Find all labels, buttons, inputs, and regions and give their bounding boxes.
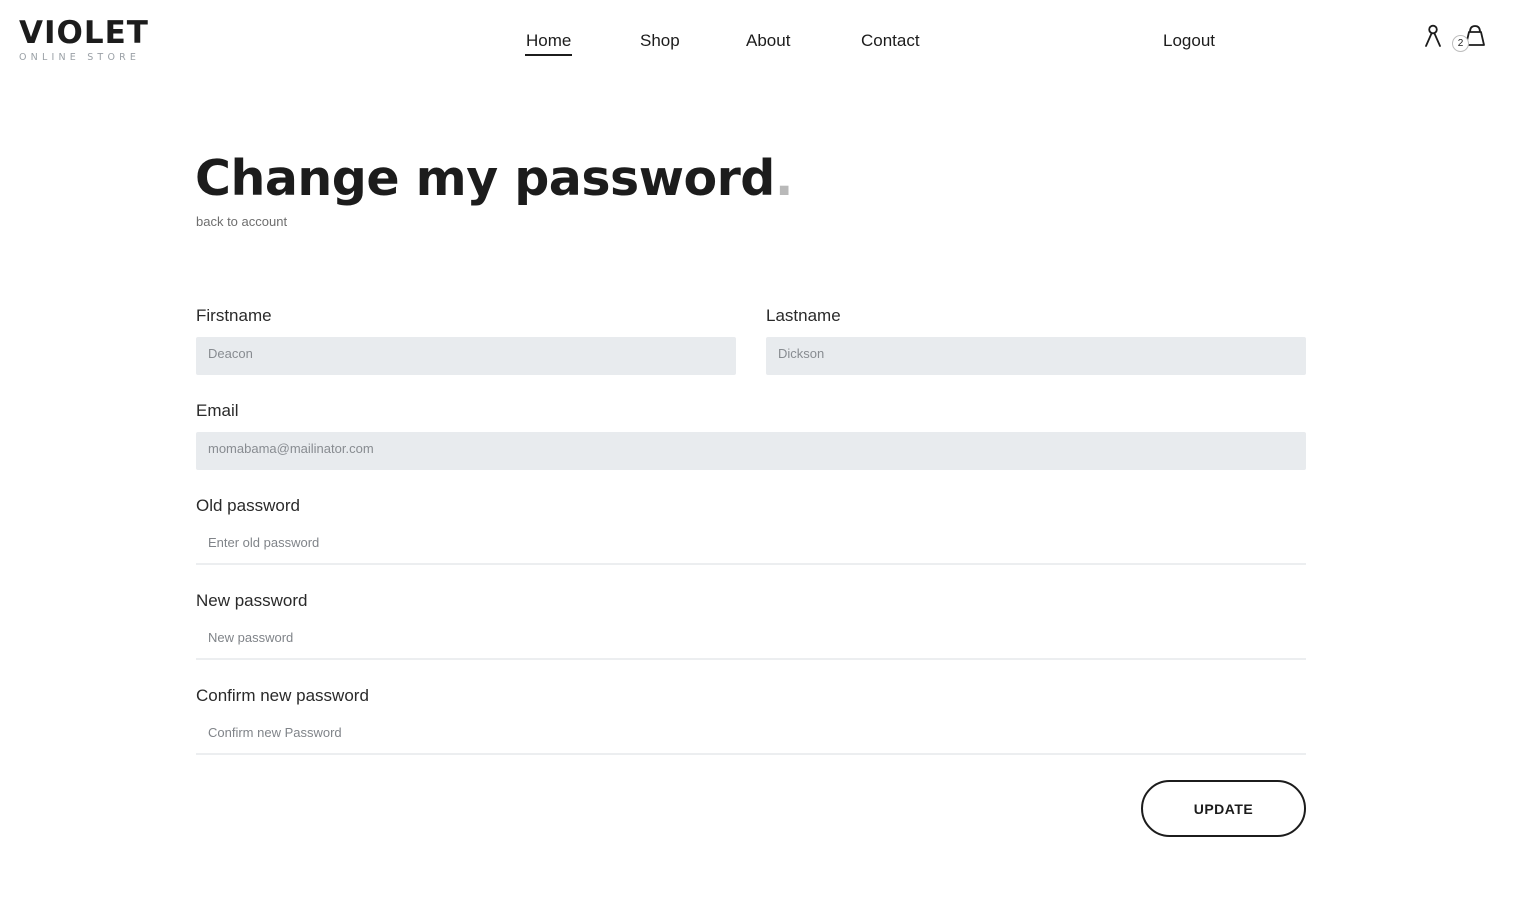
firstname-label: Firstname (196, 306, 272, 325)
user-icon[interactable] (1423, 24, 1443, 48)
new-password-label: New password (196, 591, 308, 610)
lastname-field[interactable] (766, 337, 1306, 375)
update-button[interactable]: UPDATE (1141, 780, 1306, 837)
title-dot: . (774, 150, 794, 207)
site-header: VIOLET ONLINE STORE Home Shop About Cont… (0, 0, 1520, 80)
firstname-field[interactable] (196, 337, 736, 375)
page-title-text: Change my password (195, 150, 775, 207)
old-password-field[interactable] (196, 527, 1306, 565)
confirm-password-field[interactable] (196, 717, 1306, 755)
old-password-label: Old password (196, 496, 300, 515)
back-to-account-link[interactable]: back to account (196, 213, 287, 230)
lastname-label: Lastname (766, 306, 841, 325)
email-field[interactable] (196, 432, 1306, 470)
logo-subtitle: ONLINE STORE (19, 52, 141, 63)
store-logo[interactable]: VIOLET ONLINE STORE (19, 16, 159, 64)
nav-about-link[interactable]: About (746, 30, 790, 52)
confirm-password-label: Confirm new password (196, 686, 369, 705)
page-title: Change my password. (195, 148, 794, 210)
logout-link[interactable]: Logout (1163, 30, 1215, 52)
nav-contact-link[interactable]: Contact (861, 30, 920, 52)
email-label: Email (196, 401, 239, 420)
logo-title: VIOLET (19, 15, 149, 51)
nav-home-link[interactable]: Home (524, 30, 573, 56)
new-password-field[interactable] (196, 622, 1306, 660)
cart-count-badge: 2 (1452, 35, 1469, 52)
nav-shop-link[interactable]: Shop (640, 30, 680, 52)
